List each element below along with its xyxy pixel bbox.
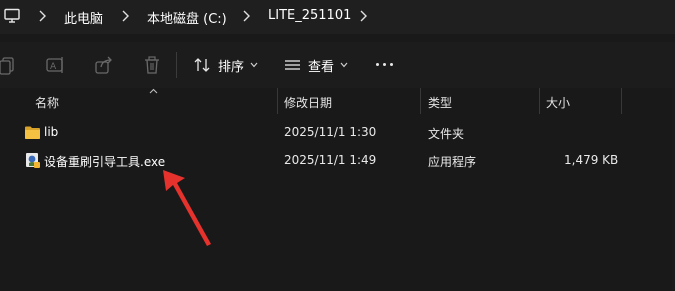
column-divider[interactable] — [621, 88, 622, 114]
sort-button[interactable]: 排序 — [193, 53, 258, 77]
file-size: 1,479 KB — [564, 153, 619, 167]
sort-button-label: 排序 — [218, 59, 245, 75]
file-name[interactable]: lib — [44, 125, 58, 139]
command-bar: A 排序 查看 — [0, 42, 675, 88]
more-dot — [390, 63, 393, 66]
sort-ascending-indicator-icon — [149, 88, 158, 94]
chevron-right-icon[interactable] — [120, 9, 130, 23]
svg-text:A: A — [50, 62, 57, 72]
file-date: 2025/11/1 1:49 — [284, 153, 377, 167]
sort-icon — [194, 58, 210, 72]
rename-icon[interactable]: A — [45, 54, 67, 76]
column-header-type[interactable]: 类型 — [428, 94, 452, 111]
chevron-right-icon[interactable] — [358, 9, 368, 23]
app-icon — [26, 153, 40, 168]
file-name[interactable]: 设备重刷引导工具.exe — [44, 153, 165, 170]
more-options-button[interactable] — [376, 63, 393, 66]
monitor-icon[interactable] — [3, 7, 21, 25]
column-divider[interactable] — [420, 88, 421, 114]
chevron-down-icon — [250, 62, 258, 68]
column-header-date[interactable]: 修改日期 — [284, 94, 332, 111]
view-button-label: 查看 — [308, 59, 335, 75]
delete-icon[interactable] — [141, 54, 163, 76]
breadcrumb-item-this-pc[interactable]: 此电脑 — [64, 8, 103, 27]
breadcrumb-item-local-disk[interactable]: 本地磁盘 (C:) — [147, 8, 227, 27]
chevron-right-icon[interactable] — [241, 9, 251, 23]
breadcrumb-item-current-folder[interactable]: LITE_251101 — [268, 8, 351, 23]
more-dot — [383, 63, 386, 66]
file-type: 应用程序 — [428, 155, 477, 169]
folder-icon — [25, 126, 40, 139]
column-divider[interactable] — [277, 88, 278, 114]
file-type: 文件夹 — [428, 127, 465, 141]
copy-icon[interactable] — [0, 54, 20, 76]
more-dot — [376, 63, 379, 66]
view-button[interactable]: 查看 — [284, 53, 348, 77]
view-list-icon — [285, 60, 300, 70]
file-row-exe[interactable]: 设备重刷引导工具.exe 2025/11/1 1:49 应用程序 1,479 K… — [0, 148, 675, 174]
share-icon[interactable] — [93, 54, 115, 76]
column-divider[interactable] — [539, 88, 540, 114]
chevron-down-icon — [340, 62, 348, 68]
file-row-lib[interactable]: lib 2025/11/1 1:30 文件夹 — [0, 120, 675, 146]
chevron-right-icon[interactable] — [37, 9, 47, 23]
toolbar-divider — [176, 52, 177, 78]
annotation-arrow-icon — [163, 170, 211, 246]
address-bar[interactable]: 此电脑 本地磁盘 (C:) LITE_251101 — [0, 0, 675, 34]
file-explorer-window: 此电脑 本地磁盘 (C:) LITE_251101 A 排序 查看 名称 修改日… — [0, 0, 675, 291]
column-headers: 名称 修改日期 类型 大小 — [0, 88, 675, 114]
column-header-size[interactable]: 大小 — [546, 94, 570, 111]
file-date: 2025/11/1 1:30 — [284, 125, 377, 139]
column-header-name[interactable]: 名称 — [35, 94, 59, 111]
